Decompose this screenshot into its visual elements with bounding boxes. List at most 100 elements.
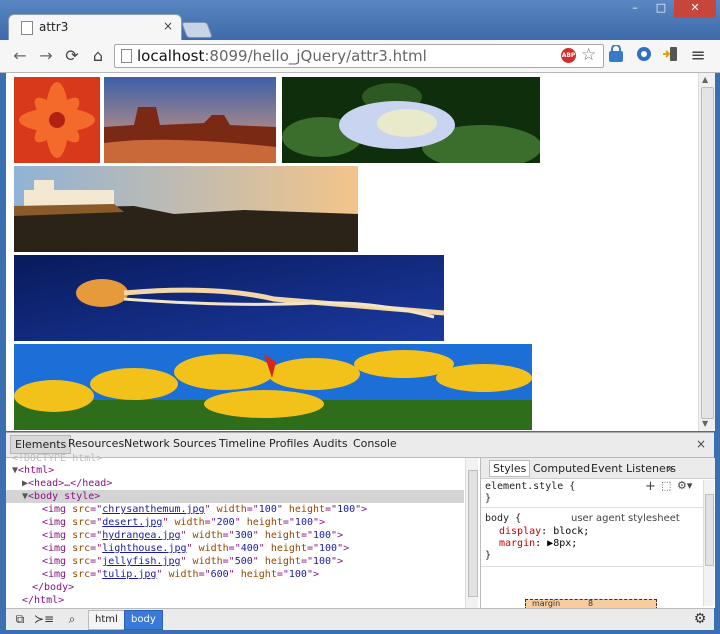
menu-icon[interactable]: ≡ [688, 46, 708, 66]
back-icon[interactable]: ← [10, 46, 30, 66]
tab-network[interactable]: Network [124, 437, 170, 450]
breadcrumb-html[interactable]: html [88, 610, 125, 630]
toolbar: ← → ⟳ ⌂ localhost:8099/hello_jQuery/attr… [0, 40, 720, 73]
img-height-value: 100 [319, 543, 338, 554]
scroll-down-icon[interactable]: ▼ [702, 419, 708, 428]
declaration-display[interactable]: display: block; [499, 526, 589, 537]
img-node[interactable]: <img src="tulip.jpg" width="600" height=… [42, 568, 319, 581]
scroll-up-icon[interactable]: ▲ [702, 75, 708, 84]
adblock-icon[interactable]: ABP [561, 48, 576, 63]
devtools-panel: Elements Resources Network Sources Timel… [6, 432, 715, 630]
body-close-tag[interactable]: </body> [32, 581, 74, 594]
body-rule-selector[interactable]: body { [485, 513, 521, 524]
head-tag: <head>…</head> [28, 478, 113, 489]
img-width-value: 600 [210, 569, 229, 580]
devtools-tabs: Elements Resources Network Sources Timel… [6, 433, 714, 458]
tab-event-listeners[interactable]: Event Listeners [591, 462, 676, 475]
img-src-link[interactable]: tulip.jpg [102, 569, 156, 580]
breadcrumb-body[interactable]: body [124, 610, 163, 630]
img-src-link[interactable]: jellyfish.jpg [102, 556, 180, 567]
close-window-button[interactable]: ✕ [674, 0, 716, 18]
url-host: localhost [137, 47, 205, 65]
lock-icon[interactable] [606, 44, 626, 65]
tab-console[interactable]: Console [353, 437, 397, 450]
forward-icon[interactable]: → [36, 46, 56, 66]
img-src-link[interactable]: lighthouse.jpg [102, 543, 186, 554]
tab-attr3[interactable]: attr3 × [8, 14, 182, 41]
element-state-icon[interactable]: ⬚ [661, 479, 671, 492]
img-height-value: 100 [288, 569, 307, 580]
head-node[interactable]: ▶<head>…</head> [22, 477, 112, 490]
tab-audits[interactable]: Audits [313, 437, 348, 450]
tab-timeline[interactable]: Timeline [219, 437, 266, 450]
img-node[interactable]: <img src="lighthouse.jpg" width="400" he… [42, 542, 349, 555]
body-open-tag: <body style> [28, 491, 101, 502]
tab-sources[interactable]: Sources [173, 437, 217, 450]
styles-pane: Styles Computed Event Listeners » elemen… [480, 458, 715, 610]
search-icon[interactable]: ⌕ [62, 611, 82, 627]
html-node[interactable]: ▼<html> [12, 464, 54, 477]
url-text[interactable]: localhost:8099/hello_jQuery/attr3.html [137, 47, 427, 65]
html-close-tag[interactable]: </html> [22, 594, 64, 607]
tab-close-icon[interactable]: × [163, 19, 173, 33]
body-rule-close: } [485, 550, 492, 561]
console-drawer-icon[interactable]: ≻≡ [34, 611, 54, 627]
property-value: block; [553, 526, 590, 537]
maximize-button[interactable]: □ [648, 0, 674, 18]
img-height-value: 100 [312, 556, 332, 567]
scrollbar-thumb[interactable] [701, 87, 714, 419]
puzzle-icon[interactable] [634, 45, 654, 65]
img-width-value: 300 [234, 530, 253, 541]
styles-scrollbar[interactable] [703, 480, 714, 606]
img-width-value: 500 [234, 556, 253, 567]
img-width-value: 200 [216, 517, 235, 528]
declaration-margin[interactable]: margin: ▶8px; [499, 538, 577, 549]
page-scrollbar[interactable]: ▲ ▼ [698, 73, 715, 431]
url-path: :8099/hello_jQuery/attr3.html [204, 47, 427, 65]
bookmark-star-icon[interactable]: ☆ [581, 45, 596, 65]
devtools-close-icon[interactable]: × [696, 437, 706, 451]
image-tulip [14, 344, 532, 430]
margin-value: 8 [588, 599, 594, 608]
add-rule-icon[interactable]: + [645, 479, 656, 494]
styles-scrollbar-thumb[interactable] [705, 494, 714, 566]
dom-scrollbar-thumb[interactable] [468, 470, 478, 597]
img-height-value: 100 [312, 530, 332, 541]
address-bar[interactable]: localhost:8099/hello_jQuery/attr3.html A… [114, 44, 604, 68]
home-icon[interactable]: ⌂ [88, 46, 108, 66]
tab-profiles[interactable]: Profiles [269, 437, 309, 450]
settings-gear-icon[interactable]: ⚙ [690, 611, 710, 627]
img-node[interactable]: <img src="hydrangea.jpg" width="300" hei… [42, 529, 343, 542]
tab-computed[interactable]: Computed [533, 462, 590, 475]
browser-window: attr3 × – □ ✕ ← → ⟳ ⌂ localhost:8099/hel… [0, 0, 720, 634]
more-tabs-icon[interactable]: » [667, 462, 674, 475]
body-node[interactable]: ▼<body style> [22, 490, 100, 503]
tab-styles[interactable]: Styles [489, 460, 531, 477]
tab-resources[interactable]: Resources [68, 437, 124, 450]
img-src-link[interactable]: chrysanthemum.jpg [102, 504, 204, 515]
rule-origin: user agent stylesheet [571, 513, 680, 524]
element-style-selector[interactable]: element.style { [485, 481, 575, 492]
new-tab-button[interactable] [181, 22, 213, 38]
window-controls: – □ ✕ [622, 0, 716, 18]
img-node[interactable]: <img src="desert.jpg" width="200" height… [42, 516, 325, 529]
dom-tree: <!DOCTYPE html> ▼<html> ▶<head>…</head> … [6, 453, 464, 608]
image-hydrangea [282, 77, 540, 163]
phone-icon[interactable] [660, 45, 680, 65]
devtools-bottom-bar: ⧉ ≻≡ ⌕ html body ⚙ [6, 608, 714, 630]
img-node[interactable]: <img src="jellyfish.jpg" width="500" hei… [42, 555, 343, 568]
page-content [6, 73, 698, 431]
img-width-value: 100 [258, 504, 277, 515]
dom-scrollbar[interactable] [465, 458, 478, 608]
html-open-tag: <html> [18, 465, 55, 476]
img-src-link[interactable]: desert.jpg [102, 517, 162, 528]
img-width-value: 400 [240, 543, 259, 554]
rule-divider [481, 507, 715, 508]
minimize-button[interactable]: – [622, 0, 648, 18]
gear-icon[interactable]: ⚙▾ [677, 479, 692, 492]
dock-icon[interactable]: ⧉ [10, 611, 30, 627]
reload-icon[interactable]: ⟳ [62, 46, 82, 66]
image-desert [104, 77, 276, 163]
img-node[interactable]: <img src="chrysanthemum.jpg" width="100"… [42, 503, 367, 516]
img-src-link[interactable]: hydrangea.jpg [102, 530, 180, 541]
